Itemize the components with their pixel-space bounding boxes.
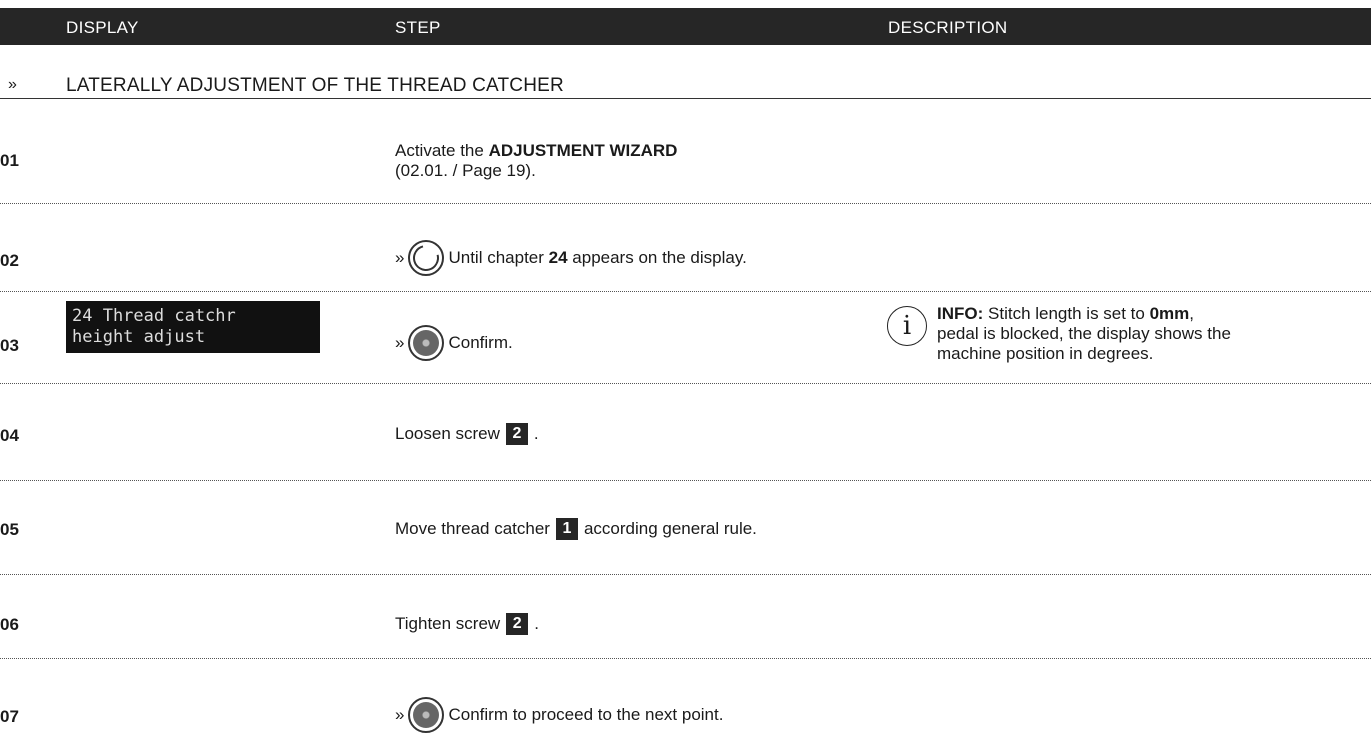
- push-knob-icon: [408, 697, 445, 733]
- section-marker: »: [8, 76, 17, 93]
- step-03-text: » Confirm.: [395, 325, 513, 361]
- info-text-a: Stitch length is set to: [983, 304, 1150, 323]
- step-07-label: Confirm to proceed to the next point.: [448, 705, 724, 724]
- push-knob-icon: [408, 325, 445, 361]
- info-icon: i: [887, 306, 927, 346]
- step-06-text: Tighten screw 2 .: [395, 613, 539, 635]
- info-text: INFO: Stitch length is set to 0mm, pedal…: [937, 304, 1367, 364]
- rotary-knob-icon: [408, 240, 445, 276]
- row-divider: [0, 203, 1371, 204]
- step-number-02: 02: [0, 251, 19, 270]
- section-heading: » LATERALLY ADJUSTMENT OF THE THREAD CAT…: [0, 70, 1371, 99]
- row-divider: [0, 574, 1371, 575]
- step-03-marker: »: [395, 333, 405, 352]
- step-number-05: 05: [0, 520, 19, 539]
- step-number-04: 04: [0, 426, 19, 445]
- header-display: DISPLAY: [66, 18, 139, 37]
- step-01-text-b: (02.01. / Page 19).: [395, 161, 536, 180]
- step-04-text-b: .: [533, 424, 539, 443]
- step-07-text: » Confirm to proceed to the next point.: [395, 697, 723, 733]
- step-02-text: » Until chapter 24 appears on the displa…: [395, 240, 747, 276]
- step-03-label: Confirm.: [448, 333, 513, 352]
- step-02-bold: 24: [548, 248, 568, 267]
- step-04-text-a: Loosen screw: [395, 424, 500, 443]
- step-01-text: Activate the ADJUSTMENT WIZARD (02.01. /…: [395, 141, 677, 181]
- ref-marker: 2: [506, 613, 529, 635]
- row-divider: [0, 291, 1371, 292]
- lcd-line-1: 24 Thread catchr: [72, 306, 236, 326]
- step-06-text-a: Tighten screw: [395, 614, 501, 633]
- step-number-03: 03: [0, 336, 19, 355]
- step-02-text-b: appears on the display.: [567, 248, 747, 267]
- row-divider: [0, 658, 1371, 659]
- table-header: DISPLAY STEP DESCRIPTION: [0, 8, 1371, 45]
- info-bold: 0mm: [1149, 304, 1190, 323]
- ref-marker: 2: [505, 423, 528, 445]
- header-step: STEP: [395, 18, 441, 37]
- step-02-text-a: Until chapter: [448, 248, 549, 267]
- step-05-text: Move thread catcher 1 according general …: [395, 518, 757, 540]
- step-06-text-b: .: [534, 614, 539, 633]
- row-divider: [0, 383, 1371, 384]
- step-number-06: 06: [0, 615, 19, 634]
- info-line-3: machine position in degrees.: [937, 344, 1154, 363]
- row-divider: [0, 480, 1371, 481]
- lcd-display: 24 Thread catchr height adjust: [66, 301, 320, 353]
- info-label: INFO:: [937, 304, 984, 323]
- step-01-text-a: Activate the: [395, 141, 489, 160]
- section-title: LATERALLY ADJUSTMENT OF THE THREAD CATCH…: [66, 75, 564, 96]
- step-05-text-a: Move thread catcher: [395, 519, 550, 538]
- step-number-01: 01: [0, 151, 19, 170]
- ref-marker: 1: [555, 518, 578, 540]
- header-description: DESCRIPTION: [888, 18, 1008, 37]
- info-line-2: pedal is blocked, the display shows the: [937, 324, 1231, 343]
- step-04-text: Loosen screw 2 .: [395, 423, 539, 445]
- step-05-text-b: according general rule.: [583, 519, 757, 538]
- step-01-bold: ADJUSTMENT WIZARD: [488, 141, 678, 160]
- step-number-07: 07: [0, 707, 19, 726]
- step-07-marker: »: [395, 705, 405, 724]
- step-02-marker: »: [395, 248, 405, 267]
- info-text-b: ,: [1189, 304, 1195, 323]
- lcd-line-2: height adjust: [72, 327, 206, 347]
